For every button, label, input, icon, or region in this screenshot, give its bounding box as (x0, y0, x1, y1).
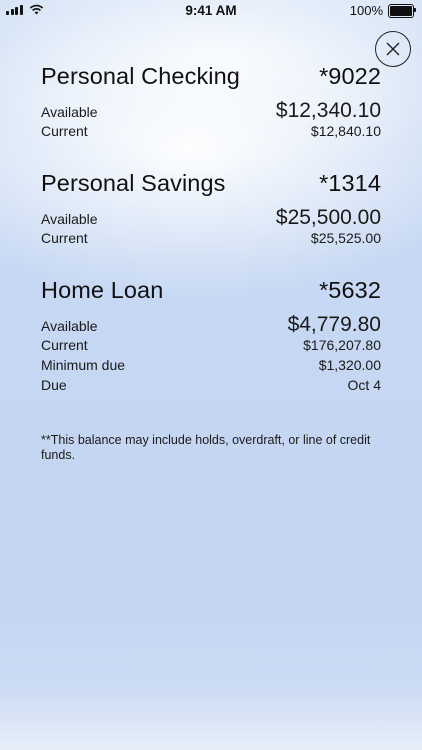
available-row: Available $25,500.00 (41, 206, 381, 230)
account-name: Personal Savings (41, 170, 226, 196)
account-header: Personal Savings *1314 (41, 170, 381, 200)
account-number: *9022 (319, 63, 381, 89)
current-row: Current $176,207.80 (41, 337, 381, 357)
account-number: *5632 (319, 277, 381, 303)
account-card-savings: Personal Savings *1314 Available $25,500… (41, 170, 381, 250)
balance-footnote: **This balance may include holds, overdr… (41, 433, 371, 462)
due-date-row: Due Oct 4 (41, 377, 381, 397)
status-bar: 9:41 AM 100% (0, 0, 422, 22)
row-label: Minimum due (41, 357, 126, 373)
row-value: $4,779.80 (287, 313, 381, 336)
battery-percent: 100% (349, 3, 383, 18)
account-header: Home Loan *5632 (41, 277, 381, 307)
close-button[interactable] (375, 31, 411, 67)
minimum-due-row: Minimum due $1,320.00 (41, 357, 381, 377)
row-label: Current (41, 230, 88, 246)
current-row: Current $25,525.00 (41, 230, 381, 250)
account-number: *1314 (319, 170, 381, 196)
row-value: $176,207.80 (303, 337, 381, 353)
available-row: Available $12,340.10 (41, 99, 381, 123)
account-name: Home Loan (41, 277, 164, 303)
row-value: $1,320.00 (318, 357, 381, 373)
row-label: Current (41, 123, 88, 139)
row-value: $12,840.10 (310, 123, 381, 139)
row-value: Oct 4 (347, 377, 381, 393)
row-label: Available (41, 211, 98, 227)
account-name: Personal Checking (41, 63, 240, 89)
row-label: Available (41, 318, 98, 334)
battery-icon (388, 3, 416, 18)
status-right: 100% (349, 3, 416, 18)
close-icon (386, 42, 400, 56)
row-label: Due (41, 377, 67, 393)
row-label: Current (41, 337, 88, 353)
account-header: Personal Checking *9022 (41, 63, 381, 93)
current-row: Current $12,840.10 (41, 123, 381, 143)
row-value: $25,525.00 (310, 230, 381, 246)
account-card-home-loan: Home Loan *5632 Available $4,779.80 Curr… (41, 277, 381, 397)
row-value: $25,500.00 (275, 206, 381, 229)
row-value: $12,340.10 (275, 99, 381, 122)
account-card-checking: Personal Checking *9022 Available $12,34… (41, 63, 381, 143)
available-row: Available $4,779.80 (41, 313, 381, 337)
row-label: Available (41, 104, 98, 120)
